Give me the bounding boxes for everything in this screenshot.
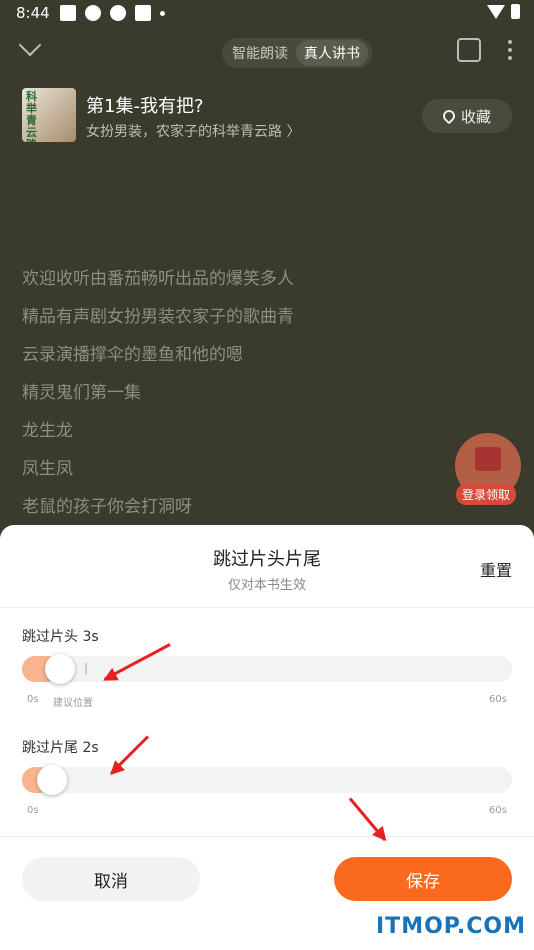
app-notification-icon: [60, 5, 76, 21]
mode-tts[interactable]: 智能朗读: [230, 40, 290, 66]
divider: [0, 836, 534, 837]
intro-slider-thumb[interactable]: [45, 654, 75, 684]
wifi-icon: [487, 4, 505, 19]
book-name-link[interactable]: 女扮男装，农家子的科举青云路 〉: [86, 121, 300, 141]
notification-icons: [60, 5, 165, 21]
episode-title: 第1集-我有把?: [86, 96, 204, 117]
book-cover[interactable]: 科举青云路: [22, 88, 76, 142]
book-cover-text: 科举青云路: [26, 90, 37, 143]
divider: [0, 607, 534, 608]
more-notifications-icon: [160, 10, 165, 16]
cancel-button[interactable]: 取消: [22, 857, 200, 901]
system-icons: [487, 4, 520, 19]
font-notification-icon: [135, 5, 151, 21]
skip-settings-sheet: 跳过片头片尾 仅对本书生效 重置 跳过片头 3s 0s 建议位置 60s 跳过片…: [0, 525, 534, 950]
sheet-title: 跳过片头片尾: [213, 549, 321, 570]
lyric-line: 凤生凤: [22, 459, 73, 479]
outro-slider-thumb[interactable]: [37, 765, 68, 795]
lyrics-list: 欢迎收听由番茄畅听出品的爆笑多人 精品有声剧女扮男装农家子的歌曲青 云录演播撑伞…: [22, 266, 294, 532]
outro-min-label: 0s: [27, 805, 39, 816]
mode-switch: 智能朗读 真人讲书: [222, 38, 372, 68]
more-options-icon[interactable]: [508, 40, 512, 64]
sync-icon: [85, 5, 101, 21]
heart-icon: [440, 107, 458, 125]
lyric-line: 云录演播撑伞的墨鱼和他的嗯: [22, 345, 243, 365]
sync-icon-2: [110, 5, 126, 21]
promo-label[interactable]: 登录领取: [456, 484, 517, 505]
intro-max-label: 60s: [489, 694, 507, 705]
intro-skip-slider[interactable]: [22, 654, 512, 684]
outro-max-label: 60s: [489, 805, 507, 816]
outro-skip-label: 跳过片尾 2s: [22, 740, 99, 756]
status-time: 8:44: [16, 4, 50, 22]
suggested-position-label: 建议位置: [53, 698, 93, 709]
save-button[interactable]: 保存: [334, 857, 512, 901]
lyric-line: 龙生龙: [22, 421, 73, 441]
status-bar: 8:44: [0, 0, 534, 28]
suggested-position-marker: [85, 663, 87, 675]
reset-button[interactable]: 重置: [480, 557, 512, 581]
favorite-button[interactable]: 收藏: [422, 99, 512, 133]
site-watermark: ITMOP.COM: [376, 914, 526, 939]
lyric-line: 欢迎收听由番茄畅听出品的爆笑多人: [22, 269, 294, 289]
collapse-chevron-icon[interactable]: [18, 33, 42, 57]
outro-skip-slider[interactable]: [22, 765, 512, 795]
sheet-subtitle: 仅对本书生效: [227, 578, 306, 593]
bookshelf-icon[interactable]: [457, 38, 481, 62]
player-top-bar: 智能朗读 真人讲书: [0, 28, 534, 74]
intro-min-label: 0s: [27, 694, 39, 705]
lyric-line: 精品有声剧女扮男装农家子的歌曲青: [22, 307, 294, 327]
lyric-line: 精灵鬼们第一集: [22, 383, 141, 403]
battery-icon: [511, 4, 520, 19]
intro-skip-label: 跳过片头 3s: [22, 629, 99, 645]
gift-icon: [475, 447, 501, 471]
mode-human-reading[interactable]: 真人讲书: [296, 40, 368, 66]
favorite-label: 收藏: [460, 107, 491, 126]
